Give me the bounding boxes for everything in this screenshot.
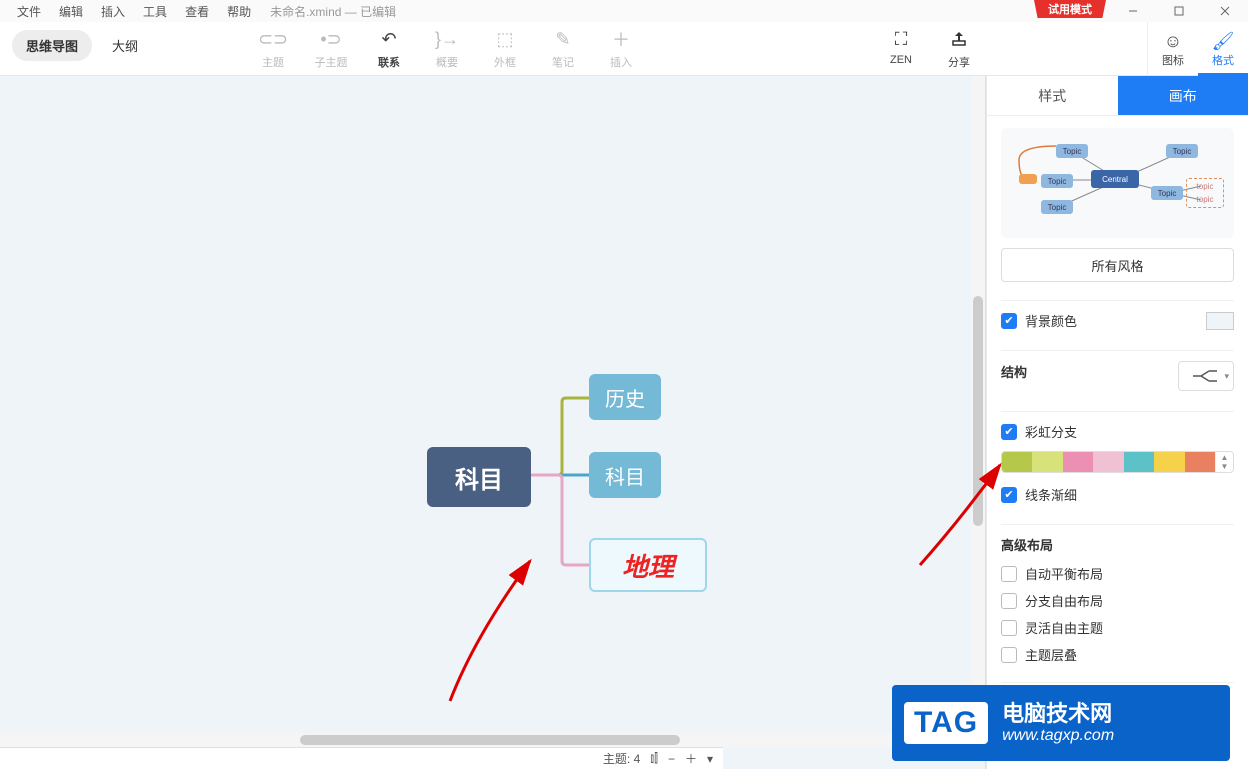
overlap-checkbox[interactable] <box>1001 647 1017 663</box>
taper-label: 线条渐细 <box>1025 485 1077 504</box>
rainbow-seg-2 <box>1063 452 1093 472</box>
status-bar: 主题: 4 ⫾⫿ − ＋ ▾ <box>0 747 723 769</box>
tool-share[interactable]: 分享 <box>930 22 988 70</box>
advanced-label: 高级布局 <box>1001 535 1234 554</box>
watermark-banner: TAG 电脑技术网 www.tagxp.com <box>892 685 1230 761</box>
zoom-dropdown-icon[interactable]: ▾ <box>707 752 713 766</box>
close-button[interactable] <box>1202 0 1248 22</box>
structure-label: 结构 <box>1001 362 1027 381</box>
topic-icon: ⊂⊃ <box>258 28 288 50</box>
canvas[interactable]: 科目 历史 科目 地理 主题: 4 ⫾⫿ − ＋ ▾ <box>0 76 986 769</box>
watermark-url: www.tagxp.com <box>1002 727 1114 745</box>
watermark-tag: TAG <box>904 702 988 744</box>
sub-node-1[interactable]: 历史 <box>589 374 661 420</box>
rainbow-label: 彩虹分支 <box>1025 422 1077 441</box>
tool-notes[interactable]: ✎笔记 <box>534 22 592 70</box>
rainbow-seg-0 <box>1002 452 1032 472</box>
tool-subtopic[interactable]: •⊃子主题 <box>302 22 360 70</box>
sub-node-3[interactable]: 地理 <box>589 538 707 592</box>
menu-view[interactable]: 查看 <box>176 3 218 20</box>
smiley-icon: ☺ <box>1164 30 1182 52</box>
central-node[interactable]: 科目 <box>427 447 531 507</box>
map-icon[interactable]: ⫾⫿ <box>650 751 658 766</box>
structure-select[interactable]: ▾ <box>1178 361 1234 391</box>
menu-insert[interactable]: 插入 <box>92 3 134 20</box>
insert-icon: ＋ <box>612 28 630 50</box>
tool-insert[interactable]: ＋插入 <box>592 22 650 70</box>
panel-tab-style[interactable]: 样式 <box>987 76 1118 115</box>
rainbow-checkbox[interactable]: ✔ <box>1001 424 1017 440</box>
rainbow-seg-1 <box>1032 452 1062 472</box>
maximize-button[interactable] <box>1156 0 1202 22</box>
tool-relation[interactable]: ↶联系 <box>360 22 418 70</box>
brush-icon: 🖌 <box>1212 30 1235 52</box>
annotation-arrow-1 <box>420 546 550 706</box>
toolbar-right: ⛶ZEN 分享 <box>872 22 988 70</box>
menu-tools[interactable]: 工具 <box>134 3 176 20</box>
rainbow-seg-4 <box>1124 452 1154 472</box>
toolbar-far-right: ☺图标 🖌格式 <box>1147 22 1248 76</box>
tool-format[interactable]: 🖌格式 <box>1198 22 1248 76</box>
bg-color-swatch[interactable] <box>1206 312 1234 330</box>
auto-balance-checkbox[interactable] <box>1001 566 1017 582</box>
all-styles-button[interactable]: 所有风格 <box>1001 248 1234 282</box>
title-bar: 文件 编辑 插入 工具 查看 帮助 未命名.xmind — 已编辑 试用模式 <box>0 0 1248 22</box>
menu-file[interactable]: 文件 <box>8 3 50 20</box>
vertical-scrollbar[interactable] <box>971 76 985 747</box>
panel-body: Central Topic Topic Topic Topic Topic to… <box>987 116 1248 769</box>
rainbow-seg-5 <box>1154 452 1184 472</box>
tool-boundary[interactable]: ⬚外框 <box>476 22 534 70</box>
minimize-button[interactable] <box>1110 0 1156 22</box>
tab-outline[interactable]: 大纲 <box>98 30 152 61</box>
tool-summary[interactable]: }→概要 <box>418 22 476 70</box>
tool-topic[interactable]: ⊂⊃主题 <box>244 22 302 70</box>
document-title: 未命名.xmind — 已编辑 <box>270 3 396 20</box>
zoom-in-button[interactable]: ＋ <box>685 750 697 767</box>
rainbow-seg-6 <box>1185 452 1215 472</box>
menu-help[interactable]: 帮助 <box>218 3 260 20</box>
subtopic-icon: •⊃ <box>320 28 341 50</box>
summary-icon: }→ <box>435 28 459 50</box>
tool-icon[interactable]: ☺图标 <box>1148 22 1198 68</box>
format-sidebar: 样式 画布 Central Topic Topic Topi <box>986 76 1248 769</box>
tool-group: ⊂⊃主题 •⊃子主题 ↶联系 }→概要 ⬚外框 ✎笔记 ＋插入 <box>244 22 650 70</box>
boundary-icon: ⬚ <box>497 28 514 50</box>
bg-color-checkbox[interactable]: ✔ <box>1001 313 1017 329</box>
panel-tab-canvas[interactable]: 画布 <box>1118 76 1248 115</box>
theme-preview[interactable]: Central Topic Topic Topic Topic Topic to… <box>1001 128 1234 238</box>
share-icon <box>950 28 968 50</box>
flex-topic-checkbox[interactable] <box>1001 620 1017 636</box>
tab-mindmap[interactable]: 思维导图 <box>12 30 92 61</box>
watermark-title: 电脑技术网 <box>1002 701 1114 727</box>
main-area: 科目 历史 科目 地理 主题: 4 ⫾⫿ − ＋ ▾ 样式 画布 <box>0 76 1248 769</box>
zen-icon: ⛶ <box>895 28 908 50</box>
rainbow-seg-3 <box>1093 452 1123 472</box>
panel-tabs: 样式 画布 <box>987 76 1248 116</box>
rainbow-colors[interactable]: ▲▼ <box>1001 451 1234 473</box>
trial-mode-badge[interactable]: 试用模式 <box>1034 0 1106 18</box>
bg-color-label: 背景颜色 <box>1025 311 1077 330</box>
menu-edit[interactable]: 编辑 <box>50 3 92 20</box>
free-branch-checkbox[interactable] <box>1001 593 1017 609</box>
notes-icon: ✎ <box>555 28 570 50</box>
view-tabs: 思维导图 大纲 <box>0 22 164 69</box>
tool-zen[interactable]: ⛶ZEN <box>872 22 930 70</box>
horizontal-scrollbar[interactable] <box>0 733 971 747</box>
topic-count: 主题: 4 <box>603 750 640 767</box>
zoom-out-button[interactable]: − <box>668 752 675 766</box>
relation-icon: ↶ <box>381 28 396 50</box>
toolbar: 思维导图 大纲 ⊂⊃主题 •⊃子主题 ↶联系 }→概要 ⬚外框 ✎笔记 ＋插入 … <box>0 22 1248 76</box>
window-controls <box>1110 0 1248 22</box>
sub-node-2[interactable]: 科目 <box>589 452 661 498</box>
taper-checkbox[interactable]: ✔ <box>1001 487 1017 503</box>
rainbow-stepper[interactable]: ▲▼ <box>1215 452 1233 472</box>
